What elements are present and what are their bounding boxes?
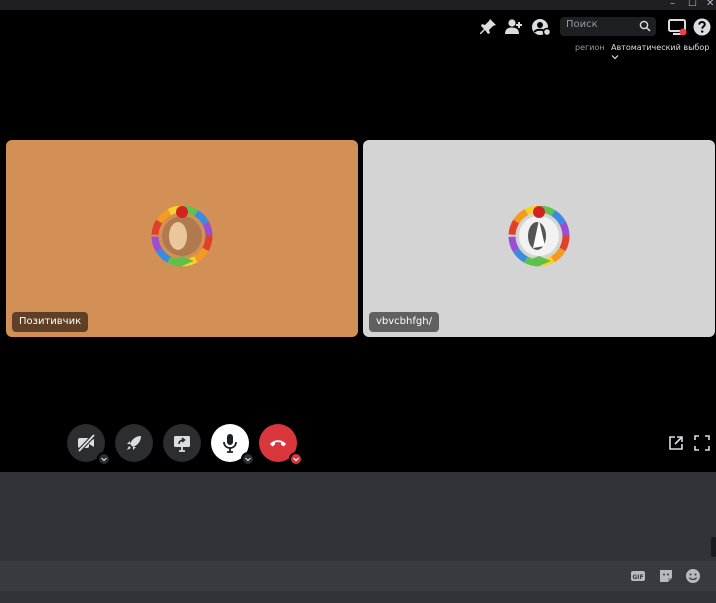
search-input[interactable]: Поиск: [560, 17, 656, 36]
region-select[interactable]: Автоматический выбор: [611, 43, 716, 61]
gif-icon[interactable]: GIF: [630, 568, 646, 584]
inbox-icon[interactable]: [667, 17, 687, 37]
svg-text:GIF: GIF: [632, 574, 643, 581]
region-value: Автоматический выбор: [611, 43, 710, 52]
search-placeholder: Поиск: [566, 19, 598, 30]
disconnect-options-button[interactable]: [289, 452, 303, 466]
screen-share-icon: [174, 436, 190, 452]
microphone-icon: [223, 434, 237, 453]
sticker-icon[interactable]: [658, 568, 674, 584]
message-input[interactable]: [0, 561, 716, 591]
emoji-icon[interactable]: [685, 568, 701, 584]
participant-tile[interactable]: vbvcbhfgh/: [363, 140, 715, 337]
participant-name: vbvcbhfgh/: [369, 312, 439, 332]
disconnect-button[interactable]: [259, 424, 303, 466]
camera-options-button[interactable]: [97, 452, 111, 466]
minimize-button[interactable]: –: [670, 0, 675, 10]
pin-icon[interactable]: [478, 17, 498, 37]
pop-out-icon[interactable]: [668, 435, 684, 451]
screen-share-button[interactable]: [163, 424, 201, 462]
chevron-down-icon: [293, 457, 299, 462]
scrollbar[interactable]: [711, 537, 716, 557]
avatar: [151, 206, 213, 267]
fullscreen-icon[interactable]: [694, 435, 710, 451]
add-member-icon[interactable]: [504, 17, 524, 37]
maximize-button[interactable]: ☐: [688, 0, 697, 10]
camera-off-button[interactable]: [67, 424, 111, 466]
close-button[interactable]: ✕: [706, 0, 714, 10]
activity-button[interactable]: [115, 424, 153, 462]
participant-tile[interactable]: Позитивчик: [6, 140, 358, 337]
threads-icon[interactable]: [531, 17, 551, 37]
help-icon[interactable]: [692, 17, 712, 37]
hang-up-icon: [270, 440, 286, 447]
chevron-down-icon: [611, 54, 619, 59]
microphone-button[interactable]: [211, 424, 255, 466]
microphone-options-button[interactable]: [241, 452, 255, 466]
chevron-down-icon: [245, 457, 251, 462]
chevron-down-icon: [101, 457, 107, 462]
region-label: регион: [575, 43, 605, 52]
participant-name: Позитивчик: [12, 312, 89, 332]
search-icon: [639, 20, 651, 32]
window-titlebar: – ☐ ✕: [0, 0, 716, 10]
rocket-icon: [127, 436, 141, 450]
avatar: [508, 206, 570, 267]
camera-off-icon: [77, 433, 96, 453]
